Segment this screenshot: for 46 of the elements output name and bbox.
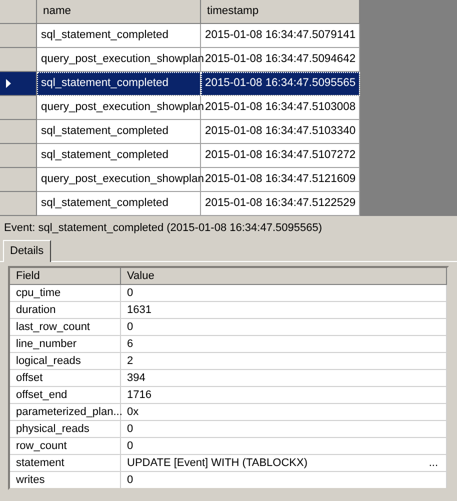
table-cell: line_number: [10, 336, 121, 353]
table-cell[interactable]: query_post_execution_showplan: [37, 168, 201, 192]
table-cell: parameterized_plan...: [10, 404, 121, 421]
table-cell-text: 0: [127, 422, 134, 437]
table-cell-text: 0: [127, 320, 134, 335]
current-row-icon: [6, 79, 11, 88]
table-cell-text: 394: [127, 370, 146, 386]
table-cell: cpu_time: [10, 285, 121, 302]
more-button[interactable]: ...: [428, 454, 438, 472]
table-cell[interactable]: 2015-01-08 16:34:47.5079141: [201, 24, 360, 48]
row-header-corner: [0, 0, 37, 24]
table-cell: duration: [10, 302, 121, 319]
table-cell: logical_reads: [10, 353, 121, 370]
table-cell[interactable]: sql_statement_completed: [37, 72, 201, 96]
table-cell[interactable]: query_post_execution_showplan: [37, 96, 201, 120]
table-cell[interactable]: sql_statement_completed: [37, 144, 201, 168]
table-cell: statement: [10, 455, 121, 472]
table-cell-text: 2: [127, 354, 134, 369]
table-cell-text: 0: [127, 438, 134, 454]
event-label: Event: sql_statement_completed (2015-01-08 16:34:47.5095565): [3, 221, 323, 236]
table-cell-text: 1716: [127, 388, 152, 403]
row-header[interactable]: [0, 72, 37, 96]
table-cell-text: 0: [127, 472, 134, 488]
table-cell-text: 6: [127, 336, 134, 352]
table-cell[interactable]: 2015-01-08 16:34:47.5095565: [201, 72, 360, 96]
table-cell[interactable]: sql_statement_completed: [37, 120, 201, 144]
table-cell[interactable]: 2015-01-08 16:34:47.5122529: [201, 192, 360, 216]
table-cell[interactable]: sql_statement_completed: [37, 192, 201, 216]
table-cell[interactable]: 2015-01-08 16:34:47.5103340: [201, 120, 360, 144]
table-cell-text: 0: [127, 286, 134, 301]
table-cell-text: 1631: [127, 302, 152, 318]
table-cell: last_row_count: [10, 319, 121, 336]
tab[interactable]: Details: [3, 240, 51, 262]
table-cell: offset_end: [10, 387, 121, 404]
table-cell[interactable]: sql_statement_completed: [37, 24, 201, 48]
table-cell: writes: [10, 472, 121, 488]
column-header[interactable]: Value: [121, 268, 447, 285]
table-cell-text: 0x: [127, 404, 139, 420]
table-cell[interactable]: 2015-01-08 16:34:47.5107272: [201, 144, 360, 168]
column-header[interactable]: name: [37, 0, 201, 24]
table-cell: offset: [10, 370, 121, 387]
table-cell: physical_reads: [10, 421, 121, 438]
table-cell: row_count: [10, 438, 121, 455]
column-header[interactable]: Field: [10, 268, 121, 285]
column-header[interactable]: timestamp: [201, 0, 360, 24]
table-cell-text: UPDATE [Event] WITH (TABLOCKX): [127, 456, 308, 471]
